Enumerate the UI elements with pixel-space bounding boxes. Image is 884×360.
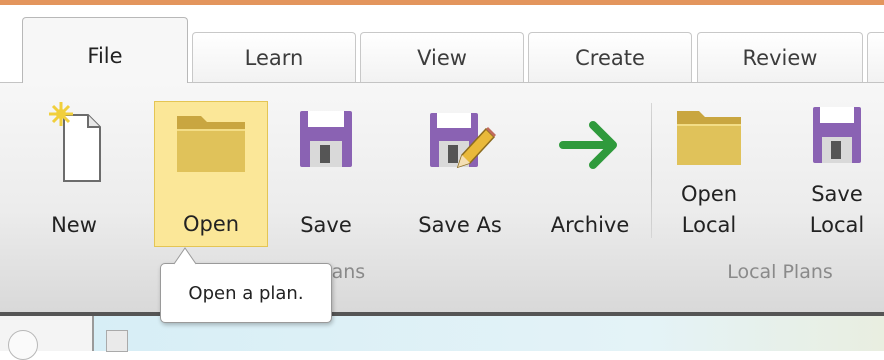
folder-icon (177, 116, 245, 172)
save-local-label: Save Local (809, 182, 865, 237)
open-local-button[interactable]: Open Local (672, 101, 746, 247)
new-label: New (51, 213, 97, 237)
archive-label: Archive (550, 213, 630, 237)
open-local-label: Open Local (680, 182, 738, 237)
save-as-label: Save As (418, 213, 502, 237)
tooltip-text: Open a plan. (188, 282, 304, 304)
save-local-button[interactable]: Save Local (800, 101, 874, 247)
tab-create[interactable]: Create (528, 32, 692, 82)
floppy-disk-icon (813, 107, 861, 163)
archive-button[interactable]: Archive (538, 101, 642, 247)
new-button[interactable]: New (40, 101, 108, 247)
ribbon-tab-strip: File Learn View Create Review (0, 17, 884, 83)
save-label: Save (300, 213, 352, 237)
open-label: Open (182, 212, 240, 236)
arrow-right-icon (559, 121, 617, 169)
tooltip-arrow (174, 247, 196, 265)
new-document-icon (49, 102, 101, 182)
open-button[interactable]: Open (154, 101, 268, 247)
ribbon-panel: New Open Save Save As Archive Open Local… (0, 82, 884, 315)
play-control-button[interactable] (8, 330, 38, 360)
tab-overflow[interactable] (867, 32, 884, 82)
tab-file[interactable]: File (22, 17, 188, 83)
group-separator (651, 103, 652, 238)
floppy-disk-icon (300, 111, 352, 167)
tooltip: Open a plan. (160, 263, 332, 323)
floppy-pencil-icon (430, 113, 496, 169)
title-bar (0, 5, 884, 17)
save-button[interactable]: Save (290, 101, 362, 247)
map-tool-button[interactable] (106, 330, 128, 352)
tab-view[interactable]: View (360, 32, 524, 82)
folder-icon (677, 111, 741, 165)
tab-learn[interactable]: Learn (192, 32, 356, 82)
tab-review[interactable]: Review (697, 32, 863, 82)
group-label-local-plans: Local Plans (727, 261, 833, 283)
save-as-button[interactable]: Save As (408, 101, 512, 247)
